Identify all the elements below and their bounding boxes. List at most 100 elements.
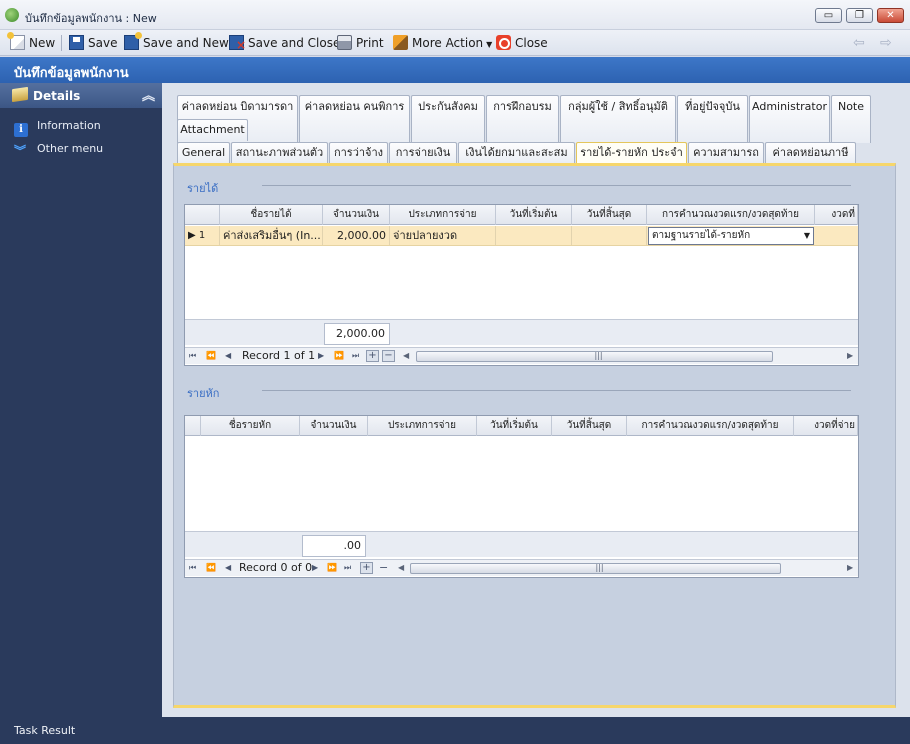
prev-page-icon[interactable]: ⏪: [206, 350, 216, 362]
horizontal-scrollbar[interactable]: |||: [416, 351, 773, 362]
income-pay-type-cell[interactable]: จ่ายปลายงวด: [390, 226, 496, 245]
column-header[interactable]: การคำนวณงวดแรก/งวดสุดท้าย: [627, 416, 794, 436]
grid-footer: .00: [185, 531, 858, 557]
next-page-icon[interactable]: ⏩: [327, 562, 337, 574]
income-grid: ชื่อรายได้ จำนวนเงิน ประเภทการจ่าย วันที…: [184, 204, 859, 366]
row-indicator: ▶ 1: [185, 226, 220, 245]
column-header[interactable]: การคำนวณงวดแรก/งวดสุดท้าย: [647, 205, 815, 225]
details-header[interactable]: Details ︽: [0, 83, 162, 108]
back-arrow-icon[interactable]: ⇦: [853, 35, 865, 51]
prev-record-icon[interactable]: ◀: [225, 562, 231, 574]
income-period-cell[interactable]: [815, 226, 858, 245]
income-amount-cell[interactable]: 2,000.00: [323, 226, 390, 245]
prev-record-icon[interactable]: ◀: [225, 350, 231, 362]
add-record-icon[interactable]: +: [366, 350, 379, 362]
minimize-button[interactable]: ▭: [815, 8, 842, 23]
table-row[interactable]: ▶ 1 ค่าส่งเสริมอื่นๆ (In... 2,000.00 จ่า…: [185, 226, 858, 246]
column-header[interactable]: วันที่เริ่มต้น: [496, 205, 572, 225]
close-window-button[interactable]: ✕: [877, 8, 904, 23]
power-icon: [496, 35, 511, 50]
tab-tax-allowance[interactable]: ค่าลดหย่อนภาษี: [765, 142, 856, 164]
tab-training[interactable]: การฝึกอบรม: [486, 95, 559, 143]
scroll-left-icon[interactable]: ◀: [398, 563, 404, 572]
action-icon: [393, 35, 408, 50]
last-record-icon[interactable]: ⏭: [344, 562, 351, 574]
more-action-label: More Action: [412, 36, 484, 50]
info-icon: i: [14, 123, 28, 137]
column-header[interactable]: งวดที่: [815, 205, 858, 225]
row-indicator-header: [185, 205, 220, 225]
first-record-icon[interactable]: ⏮: [189, 350, 196, 362]
tab-personal-status[interactable]: สถานะภาพส่วนตัว: [231, 142, 328, 164]
tab-skills[interactable]: ความสามารถ: [688, 142, 764, 164]
nav-item-label: Information: [37, 119, 101, 132]
add-record-icon[interactable]: +: [360, 562, 373, 574]
deduction-grid: ชื่อรายหัก จำนวนเงิน ประเภทการจ่าย วันที…: [184, 415, 859, 578]
save-and-new-button[interactable]: Save and New: [124, 32, 229, 52]
income-calc-dropdown[interactable]: ตามฐานรายได้-รายหัก ▼: [648, 227, 814, 245]
row-indicator-header: [185, 416, 201, 436]
save-new-label: Save and New: [143, 36, 229, 50]
forward-arrow-icon[interactable]: ⇨: [880, 35, 892, 51]
grid-footer: 2,000.00: [185, 319, 858, 345]
income-end-date-cell[interactable]: [572, 226, 647, 245]
more-action-button[interactable]: More Action ▼: [393, 34, 492, 52]
save-and-close-button[interactable]: Save and Close: [229, 34, 341, 54]
tab-note[interactable]: Note: [831, 95, 871, 143]
remove-record-icon[interactable]: −: [382, 350, 395, 362]
scroll-grip-icon: |||: [595, 563, 604, 572]
restore-icon: ❐: [855, 10, 864, 21]
window-title: บันทึกข้อมูลพนักงาน : New: [25, 12, 157, 25]
save-new-icon: [124, 32, 142, 50]
last-record-icon[interactable]: ⏭: [352, 350, 359, 362]
tab-administrator[interactable]: Administrator: [749, 95, 830, 143]
new-document-icon: [7, 32, 25, 50]
scroll-right-icon[interactable]: ▶: [847, 563, 853, 572]
remove-record-icon[interactable]: −: [379, 562, 388, 574]
column-header[interactable]: ชื่อรายหัก: [201, 416, 300, 436]
scroll-left-icon[interactable]: ◀: [403, 351, 409, 360]
tab-user-group[interactable]: กลุ่มผู้ใช้ / สิทธิ์อนุมัติ: [560, 95, 676, 143]
income-calc-value: ตามฐานรายได้-รายหัก: [652, 230, 751, 241]
nav-item-other-menu[interactable]: ︾ Other menu: [14, 141, 103, 157]
tab-attachment[interactable]: Attachment: [177, 119, 248, 141]
tab-employment[interactable]: การว่าจ้าง: [329, 142, 388, 164]
horizontal-scrollbar[interactable]: |||: [410, 563, 781, 574]
print-button[interactable]: Print: [337, 34, 384, 52]
tab-payment[interactable]: การจ่ายเงิน: [389, 142, 457, 164]
tab-social-security[interactable]: ประกันสังคม: [411, 95, 485, 143]
next-page-icon[interactable]: ⏩: [334, 350, 344, 362]
column-header[interactable]: วันที่สิ้นสุด: [552, 416, 627, 436]
column-header[interactable]: จำนวนเงิน: [300, 416, 368, 436]
first-record-icon[interactable]: ⏮: [189, 562, 196, 574]
new-button[interactable]: New: [7, 32, 56, 52]
column-header[interactable]: จำนวนเงิน: [323, 205, 390, 225]
tab-regular-income-deduction[interactable]: รายได้-รายหัก ประจำ: [576, 142, 687, 164]
printer-icon: [337, 35, 352, 50]
prev-page-icon[interactable]: ⏪: [206, 562, 216, 574]
tab-general[interactable]: General: [177, 142, 230, 164]
next-record-icon[interactable]: ▶: [318, 350, 324, 362]
tab-income-carried[interactable]: เงินได้ยกมาและสะสม: [458, 142, 575, 164]
column-header[interactable]: ประเภทการจ่าย: [368, 416, 477, 436]
save-close-label: Save and Close: [248, 36, 341, 50]
column-header[interactable]: งวดที่จ่าย: [794, 416, 858, 436]
scroll-right-icon[interactable]: ▶: [847, 351, 853, 360]
collapse-icon[interactable]: ︽: [142, 85, 155, 104]
new-label: New: [29, 36, 56, 50]
nav-item-information[interactable]: i Information: [14, 118, 101, 137]
tab-current-address[interactable]: ที่อยู่ปัจจุบัน: [677, 95, 748, 143]
column-header[interactable]: ชื่อรายได้: [220, 205, 323, 225]
next-record-icon[interactable]: ▶: [312, 562, 318, 574]
column-header[interactable]: วันที่เริ่มต้น: [477, 416, 552, 436]
tab-disabled-allowance[interactable]: ค่าลดหย่อน คนพิการ: [299, 95, 410, 143]
status-bar: Task Result: [0, 717, 910, 744]
close-button[interactable]: Close: [496, 34, 548, 52]
income-start-date-cell[interactable]: [496, 226, 572, 245]
save-button[interactable]: Save: [69, 34, 117, 52]
restore-button[interactable]: ❐: [846, 8, 873, 23]
nav-item-label: Other menu: [37, 142, 104, 155]
column-header[interactable]: วันที่สิ้นสุด: [572, 205, 647, 225]
column-header[interactable]: ประเภทการจ่าย: [390, 205, 496, 225]
income-name-cell[interactable]: ค่าส่งเสริมอื่นๆ (In...: [220, 226, 323, 245]
